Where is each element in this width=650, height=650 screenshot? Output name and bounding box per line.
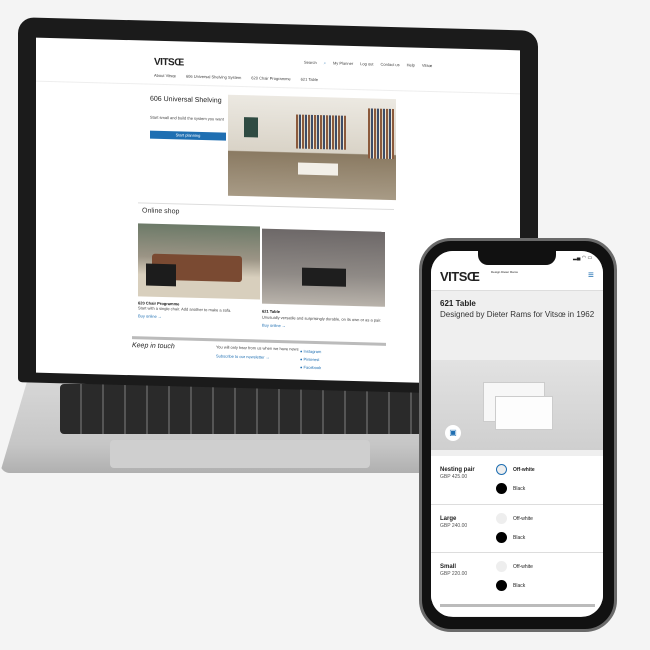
options-panel: Nesting pair GBP 425.00 Off-white Black …	[431, 456, 603, 616]
laptop-trackpad	[110, 440, 370, 468]
logo: VITSŒ	[154, 56, 184, 69]
product-desc: Start with a single chair. Add another t…	[138, 305, 232, 313]
utility-nav: Search ⌕ My Planner Log out Contact us H…	[304, 60, 432, 68]
product-desc: Unusually versatile and surprisingly dur…	[262, 314, 382, 323]
phone-notch	[478, 251, 556, 265]
hero-title: 606 Universal Shelving	[150, 95, 222, 105]
buy-online-link[interactable]: Buy online →	[138, 313, 162, 319]
footer-text: You will only hear from us when we have …	[216, 344, 299, 352]
swatch-black[interactable]	[496, 580, 507, 591]
swatch-off-white[interactable]	[496, 464, 507, 475]
colour-label: Off-white	[513, 516, 533, 522]
gallery-icon[interactable]: ▣	[445, 425, 461, 441]
search-icon[interactable]: ⌕	[324, 60, 326, 65]
nav-about[interactable]: About Vitsœ	[154, 73, 176, 79]
colour-label: Off-white	[513, 564, 533, 570]
product-image: ▣	[431, 360, 603, 450]
option-row: Large GBP 240.00 Off-white Black	[431, 504, 603, 552]
option-name: Nesting pair	[440, 467, 475, 473]
hero-text: Start small and build the system you wan…	[150, 114, 224, 122]
mobile-logo: VITSŒ	[440, 269, 480, 284]
hero-image	[228, 94, 396, 201]
divider	[440, 604, 595, 607]
subscribe-link[interactable]: Subscribe to our newsletter →	[216, 353, 270, 359]
nav-621[interactable]: 621 Table	[301, 77, 318, 82]
status-icons: ▂▄ ◠ ▭	[573, 255, 593, 261]
online-shop-title: Online shop	[142, 207, 180, 216]
logout-link[interactable]: Log out	[360, 61, 373, 66]
option-price: GBP 240.00	[440, 523, 468, 529]
swatch-black[interactable]	[496, 532, 507, 543]
hamburger-menu-icon[interactable]: ≡	[588, 271, 594, 281]
chair-image[interactable]	[138, 223, 260, 300]
contact-link[interactable]: Contact us	[381, 62, 400, 68]
option-price: GBP 220.00	[440, 571, 468, 577]
option-price: GBP 425.00	[440, 474, 468, 480]
swatch-black[interactable]	[496, 483, 507, 494]
main-nav: About Vitsœ 606 Universal Shelving Syste…	[154, 73, 318, 82]
help-link[interactable]: Help	[407, 62, 415, 67]
facebook-link[interactable]: ● Facebook	[300, 364, 321, 373]
swatch-off-white[interactable]	[496, 513, 507, 524]
option-name: Small	[440, 564, 457, 570]
nav-606[interactable]: 606 Universal Shelving System	[186, 74, 241, 80]
search-link[interactable]: Search	[304, 60, 317, 65]
option-row: Nesting pair GBP 425.00 Off-white Black	[431, 456, 603, 504]
product-title: 621 Table	[440, 299, 476, 308]
table-image[interactable]	[262, 228, 385, 307]
planner-link[interactable]: My Planner	[333, 60, 353, 66]
product-name: 621 Table	[262, 308, 280, 315]
swatch-off-white[interactable]	[496, 561, 507, 572]
colour-label: Black	[513, 486, 526, 492]
nav-620[interactable]: 620 Chair Programme	[251, 75, 290, 81]
option-name: Large	[440, 516, 457, 522]
option-row: Small GBP 220.00 Off-white Black	[431, 552, 603, 600]
tagline: Design Dieter Rams	[491, 270, 518, 274]
colour-label: Black	[513, 583, 526, 589]
start-planning-button[interactable]: Start planning	[150, 130, 226, 141]
phone-screen: ▂▄ ◠ ▭ VITSŒ Design Dieter Rams ≡ 621 Ta…	[431, 251, 603, 617]
keep-in-touch-title: Keep in touch	[132, 342, 175, 351]
colour-label: Black	[513, 535, 526, 541]
buy-online-link[interactable]: Buy online →	[262, 323, 286, 329]
social-links: ● Instagram ● Pinterest ● Facebook	[300, 348, 321, 373]
product-subtitle: Designed by Dieter Rams for Vitsœ in 196…	[440, 310, 595, 319]
vitsoe-link[interactable]: Vitsœ	[422, 63, 432, 68]
colour-label: Off-white	[513, 467, 535, 473]
